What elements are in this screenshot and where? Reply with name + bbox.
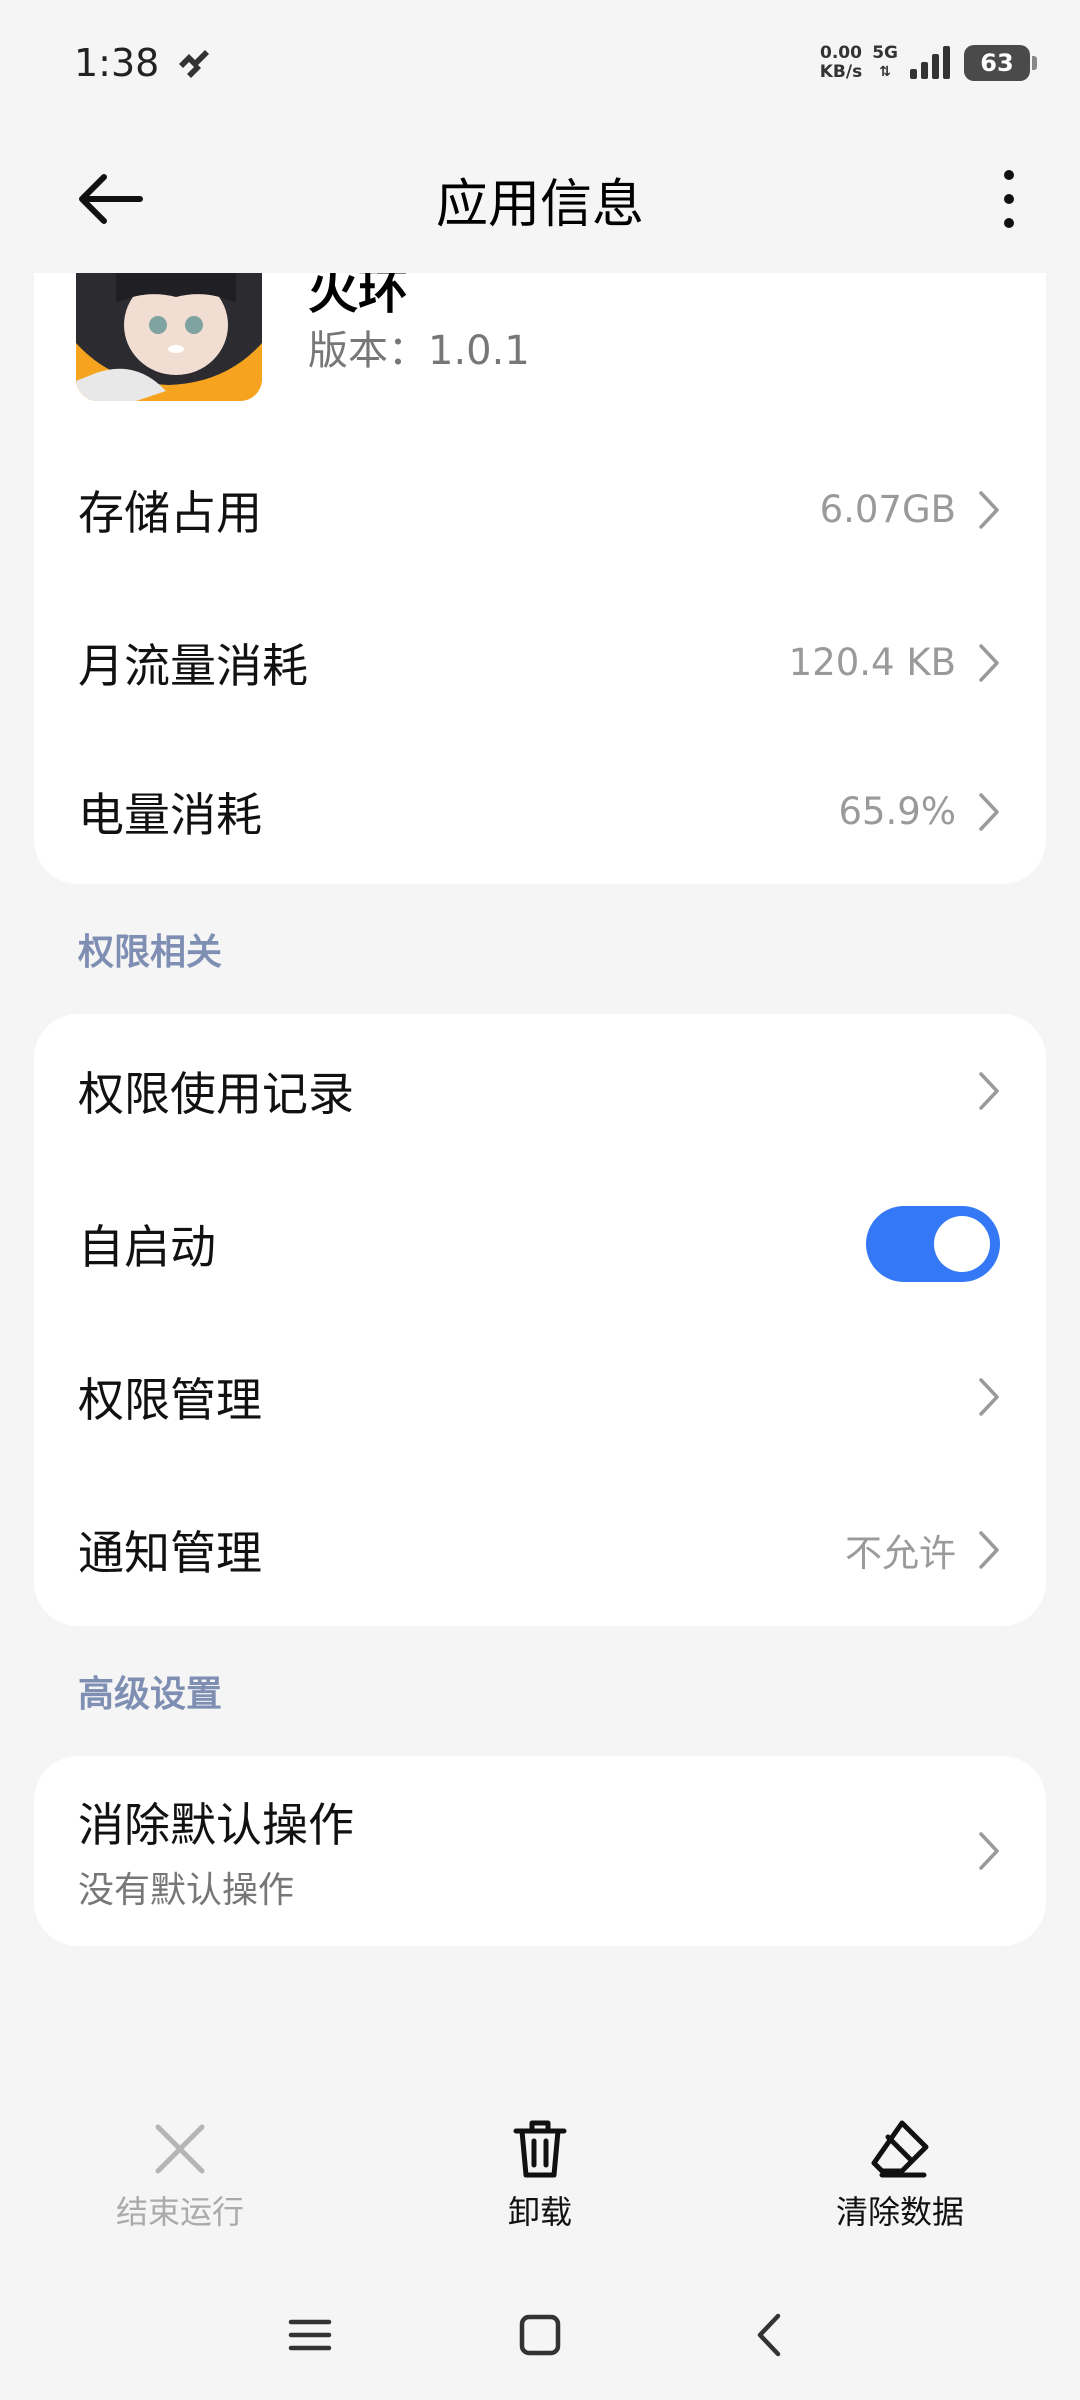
system-nav-bar xyxy=(0,2280,1080,2390)
eraser-icon xyxy=(871,2120,929,2178)
network-label: 5G xyxy=(872,42,898,63)
clear-data-label: 清除数据 xyxy=(835,2193,964,2231)
app-icon-art xyxy=(76,273,262,401)
data-usage-value: 120.4 KB xyxy=(788,641,956,684)
back-icon[interactable] xyxy=(745,2310,795,2360)
clear-defaults-subtitle: 没有默认操作 xyxy=(78,1870,295,1911)
net-speed-value: 0.00 xyxy=(819,42,862,63)
battery-usage-value: 65.9% xyxy=(838,790,956,833)
autostart-label: 自启动 xyxy=(78,1219,216,1274)
status-right: 0.00 KB/s 5G ⇅ 63 xyxy=(819,42,1037,82)
net-speed: 0.00 KB/s xyxy=(819,42,863,82)
advanced-card: 消除默认操作 没有默认操作 xyxy=(34,1756,1046,1946)
network-type: 5G ⇅ xyxy=(872,42,898,82)
app-info-card: 火环 版本：1.0.1 存储占用 6.07GB 月流量消耗 120.4 KB 电… xyxy=(34,273,1046,884)
clear-defaults-label: 消除默认操作 xyxy=(78,1798,354,1852)
bottom-actions: 结束运行 卸载 清除数据 xyxy=(0,2110,1080,2240)
data-usage-row[interactable]: 月流量消耗 120.4 KB xyxy=(34,586,1046,739)
chevron-right-icon xyxy=(979,1832,999,1870)
clear-data-button[interactable]: 清除数据 xyxy=(770,2117,1030,2233)
battery-icon: 63 xyxy=(964,44,1037,81)
chevron-right-icon xyxy=(979,490,999,529)
section-title-advanced: 高级设置 xyxy=(78,1674,223,1715)
menu-icon[interactable] xyxy=(285,2310,335,2360)
toggle-knob xyxy=(934,1215,990,1272)
status-bar: 1:38 0.00 KB/s 5G ⇅ 63 xyxy=(0,0,1080,125)
permission-usage-record-row[interactable]: 权限使用记录 xyxy=(34,1014,1046,1167)
back-arrow-icon[interactable] xyxy=(74,169,144,229)
force-stop-button[interactable]: 结束运行 xyxy=(50,2117,310,2233)
chevron-right-icon xyxy=(979,792,999,831)
storage-label: 存储占用 xyxy=(78,485,262,540)
storage-value: 6.07GB xyxy=(819,488,956,531)
autostart-toggle[interactable] xyxy=(866,1205,1000,1282)
notification-management-value: 不允许 xyxy=(845,1531,956,1575)
data-arrows-icon: ⇅ xyxy=(879,63,891,80)
app-name: 火环 xyxy=(308,273,408,320)
app-icon xyxy=(76,273,262,401)
data-usage-label: 月流量消耗 xyxy=(78,638,308,693)
permission-management-row[interactable]: 权限管理 xyxy=(34,1320,1046,1473)
battery-level: 63 xyxy=(980,48,1014,77)
app-bar: 应用信息 xyxy=(0,125,1080,273)
notification-management-label: 通知管理 xyxy=(78,1525,262,1580)
chevron-right-icon xyxy=(979,1377,999,1416)
page-title: 应用信息 xyxy=(435,174,644,235)
notification-app-icon xyxy=(179,49,210,78)
battery-usage-row[interactable]: 电量消耗 65.9% xyxy=(34,739,1046,884)
section-title-permissions: 权限相关 xyxy=(78,932,223,973)
permission-usage-record-label: 权限使用记录 xyxy=(78,1066,354,1121)
more-options-icon[interactable] xyxy=(994,167,1024,231)
permissions-card: 权限使用记录 自启动 权限管理 通知管理 不允许 xyxy=(34,1014,1046,1626)
status-time: 1:38 xyxy=(74,40,160,85)
signal-icon xyxy=(910,45,950,79)
autostart-row: 自启动 xyxy=(34,1167,1046,1320)
battery-usage-label: 电量消耗 xyxy=(78,787,262,842)
home-icon[interactable] xyxy=(515,2310,565,2360)
chevron-right-icon xyxy=(979,643,999,682)
chevron-right-icon xyxy=(979,1071,999,1110)
chevron-right-icon xyxy=(979,1530,999,1569)
storage-row[interactable]: 存储占用 6.07GB xyxy=(34,433,1046,586)
uninstall-label: 卸载 xyxy=(507,2193,572,2231)
content: 火环 版本：1.0.1 存储占用 6.07GB 月流量消耗 120.4 KB 电… xyxy=(34,273,1046,1946)
close-icon xyxy=(155,2124,205,2174)
app-header: 火环 版本：1.0.1 xyxy=(34,273,1046,433)
clear-defaults-row[interactable]: 消除默认操作 没有默认操作 xyxy=(34,1756,1046,1946)
force-stop-label: 结束运行 xyxy=(115,2193,244,2231)
permission-management-label: 权限管理 xyxy=(78,1372,262,1427)
app-version: 版本：1.0.1 xyxy=(308,328,530,374)
trash-icon xyxy=(513,2120,567,2178)
net-speed-unit: KB/s xyxy=(819,61,863,82)
uninstall-button[interactable]: 卸载 xyxy=(410,2117,670,2233)
notification-management-row[interactable]: 通知管理 不允许 xyxy=(34,1473,1046,1626)
clear-defaults-text: 消除默认操作 没有默认操作 xyxy=(78,1789,354,1913)
